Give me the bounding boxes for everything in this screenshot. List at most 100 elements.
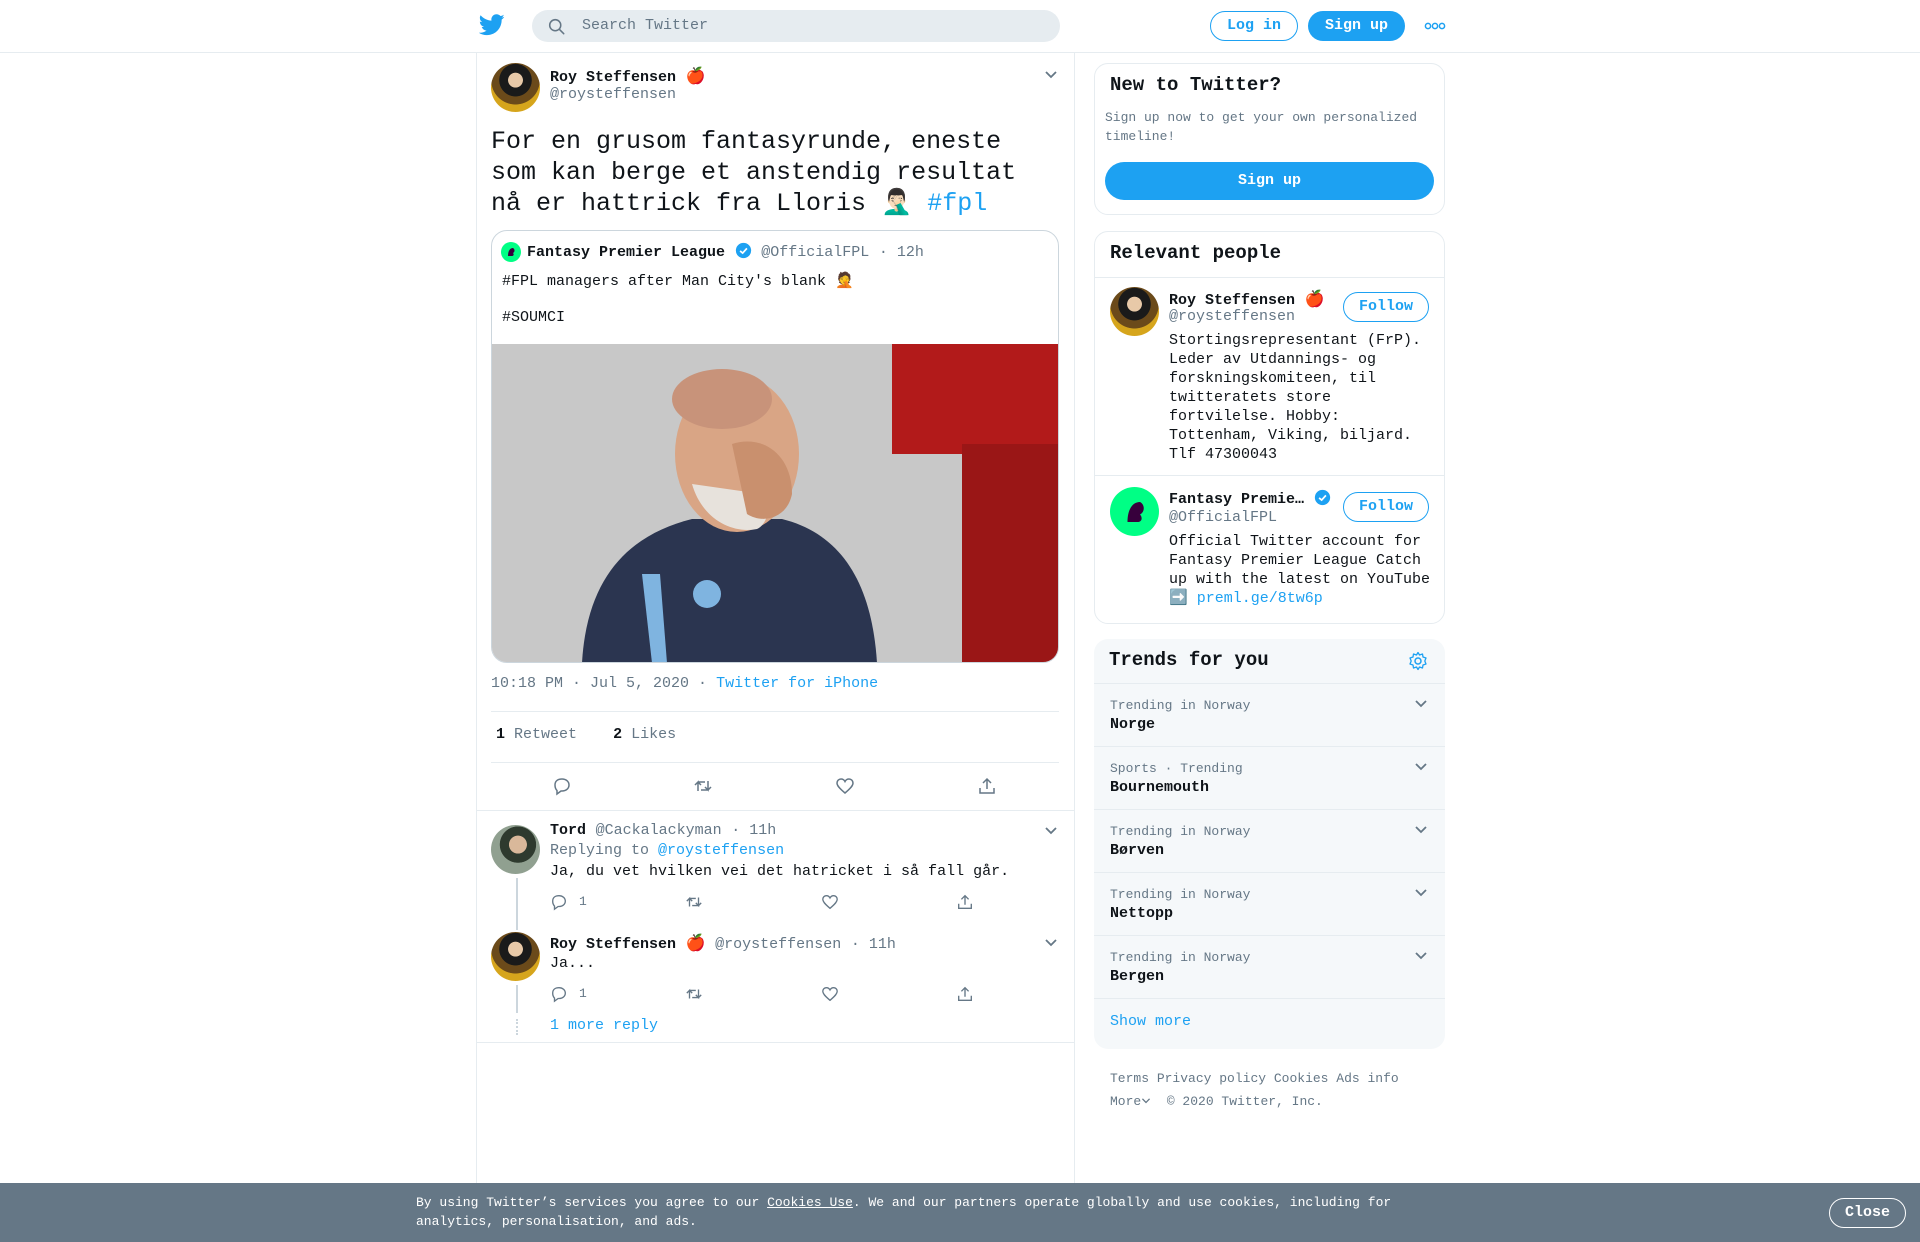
trend-item[interactable]: Trending in Norway Norge [1094, 684, 1445, 747]
footer-links: Terms Privacy policy Cookies Ads info Mo… [1110, 1067, 1399, 1113]
search-input[interactable]: Search Twitter [582, 17, 708, 34]
person-handle[interactable]: @roysteffensen [1169, 308, 1295, 325]
login-button[interactable]: Log in [1210, 11, 1298, 41]
chevron-down-icon[interactable] [1414, 762, 1428, 772]
reply-text: Ja, du vet hvilken vei det hatricket i s… [550, 863, 1010, 880]
reply-icon[interactable] [552, 776, 572, 796]
divider [491, 711, 1059, 712]
reply-header: Tord @Cackalackyman · 11h [550, 821, 776, 839]
quoted-tweet[interactable]: Fantasy Premier League @OfficialFPL · 12… [491, 230, 1059, 663]
cookies-use-link[interactable]: Cookies Use [767, 1195, 853, 1210]
reply-count: 1 [579, 894, 587, 909]
bio-link[interactable]: preml.ge/8tw6p [1197, 590, 1323, 607]
replying-to: Replying to @roysteffensen [550, 842, 784, 859]
hashtag-link[interactable]: #fpl [927, 189, 987, 218]
share-icon[interactable] [956, 985, 974, 1003]
reply-time[interactable]: · 11h [731, 822, 776, 839]
settings-gear-icon[interactable] [1408, 651, 1428, 671]
tweet-meta: 10:18 PM · Jul 5, 2020 · Twitter for iPh… [491, 675, 878, 692]
quoted-text-line2: #SOUMCI [502, 309, 566, 326]
person-name-line[interactable]: Fantasy Premie… [1169, 489, 1331, 508]
show-more-link[interactable]: Show more [1110, 1013, 1191, 1030]
trend-item[interactable]: Trending in Norway Børven [1094, 810, 1445, 873]
quoted-tweet-photo[interactable] [492, 344, 1058, 662]
retweet-icon[interactable] [685, 985, 703, 1003]
replying-to-link[interactable]: @roysteffensen [658, 842, 784, 859]
divider [476, 810, 1075, 811]
follow-button[interactable]: Follow [1343, 492, 1429, 522]
reply-header: Roy Steffensen 🍎 @roysteffensen · 11h [550, 933, 896, 953]
manager-photo-image [492, 344, 1058, 662]
footer-link-privacy[interactable]: Privacy policy [1157, 1071, 1266, 1086]
author-name[interactable]: Tord [550, 822, 586, 839]
tweet-text: For en grusom fantasyrunde, eneste som k… [491, 126, 1051, 219]
author-handle[interactable]: @Cackalackyman [596, 822, 722, 839]
footer-link-ads-info[interactable]: Ads info [1336, 1071, 1398, 1086]
signup-button[interactable]: Sign up [1308, 11, 1405, 41]
trend-name[interactable]: Norge [1110, 716, 1155, 733]
trend-name[interactable]: Børven [1110, 842, 1164, 859]
retweet-icon[interactable] [685, 893, 703, 911]
reply-icon[interactable] [550, 985, 568, 1003]
tweet-source-link[interactable]: Twitter for iPhone [716, 675, 878, 692]
divider [1095, 475, 1444, 476]
retweets-stat[interactable]: 1 Retweet [496, 726, 577, 743]
like-icon[interactable] [835, 776, 855, 796]
chevron-down-icon[interactable] [1414, 699, 1428, 709]
share-icon[interactable] [977, 776, 997, 796]
chevron-down-icon[interactable] [1044, 826, 1058, 836]
signup-button[interactable]: Sign up [1105, 162, 1434, 200]
trend-context: Trending in Norway [1110, 824, 1251, 839]
chevron-down-icon[interactable] [1044, 938, 1058, 948]
trend-context: Trending in Norway [1110, 950, 1251, 965]
author-name[interactable]: Roy Steffensen [550, 69, 676, 86]
footer-more-button[interactable]: More [1110, 1094, 1151, 1109]
divider [476, 1042, 1075, 1043]
search-box[interactable]: Search Twitter [532, 10, 1060, 42]
avatar[interactable] [491, 63, 540, 112]
avatar[interactable] [1110, 287, 1159, 336]
follow-button[interactable]: Follow [1343, 292, 1429, 322]
trend-item[interactable]: Sports · Trending Bournemouth [1094, 747, 1445, 810]
reply-icon[interactable] [550, 893, 568, 911]
more-replies-link[interactable]: 1 more reply [550, 1017, 658, 1034]
person-name-line[interactable]: Roy Steffensen 🍎 [1169, 289, 1325, 309]
avatar[interactable] [491, 825, 540, 874]
reply-time[interactable]: · 11h [851, 936, 896, 953]
person-name[interactable]: Fantasy Premie… [1169, 491, 1304, 508]
avatar[interactable] [1110, 487, 1159, 536]
more-options-icon[interactable] [1424, 19, 1446, 33]
trend-item[interactable]: Trending in Norway Bergen [1094, 936, 1445, 999]
footer-link-cookies[interactable]: Cookies [1274, 1071, 1329, 1086]
tweet-author[interactable]: Roy Steffensen 🍎 [550, 66, 706, 86]
trend-name[interactable]: Nettopp [1110, 905, 1173, 922]
likes-stat[interactable]: 2 Likes [613, 726, 676, 743]
tweet-timestamp[interactable]: 10:18 PM · Jul 5, 2020 · [491, 675, 707, 692]
author-name[interactable]: Roy Steffensen [550, 936, 676, 953]
verified-badge-icon [1314, 489, 1330, 506]
cookie-notice-text: By using Twitter’s services you agree to… [416, 1193, 1436, 1231]
chevron-down-icon[interactable] [1414, 888, 1428, 898]
footer-link-terms[interactable]: Terms [1110, 1071, 1149, 1086]
chevron-down-icon[interactable] [1414, 951, 1428, 961]
chevron-down-icon[interactable] [1414, 825, 1428, 835]
cookie-consent-bar: By using Twitter’s services you agree to… [0, 1183, 1920, 1242]
close-button[interactable]: Close [1829, 1198, 1906, 1228]
person-name[interactable]: Roy Steffensen [1169, 292, 1295, 309]
share-icon[interactable] [956, 893, 974, 911]
person-bio: Official Twitter account for Fantasy Pre… [1169, 532, 1437, 608]
trend-name[interactable]: Bournemouth [1110, 779, 1209, 796]
like-icon[interactable] [821, 985, 839, 1003]
twitter-logo-icon[interactable] [479, 14, 505, 36]
chevron-down-icon[interactable] [1044, 70, 1058, 80]
retweet-icon[interactable] [693, 776, 713, 796]
author-handle[interactable]: @roysteffensen [550, 86, 676, 103]
like-icon[interactable] [821, 893, 839, 911]
trend-item[interactable]: Trending in Norway Nettopp [1094, 873, 1445, 936]
person-handle[interactable]: @OfficialFPL [1169, 509, 1277, 526]
author-handle[interactable]: @roysteffensen [715, 936, 841, 953]
avatar [501, 242, 521, 262]
avatar[interactable] [491, 932, 540, 981]
footer-more-label[interactable]: More [1110, 1094, 1141, 1109]
trend-name[interactable]: Bergen [1110, 968, 1164, 985]
